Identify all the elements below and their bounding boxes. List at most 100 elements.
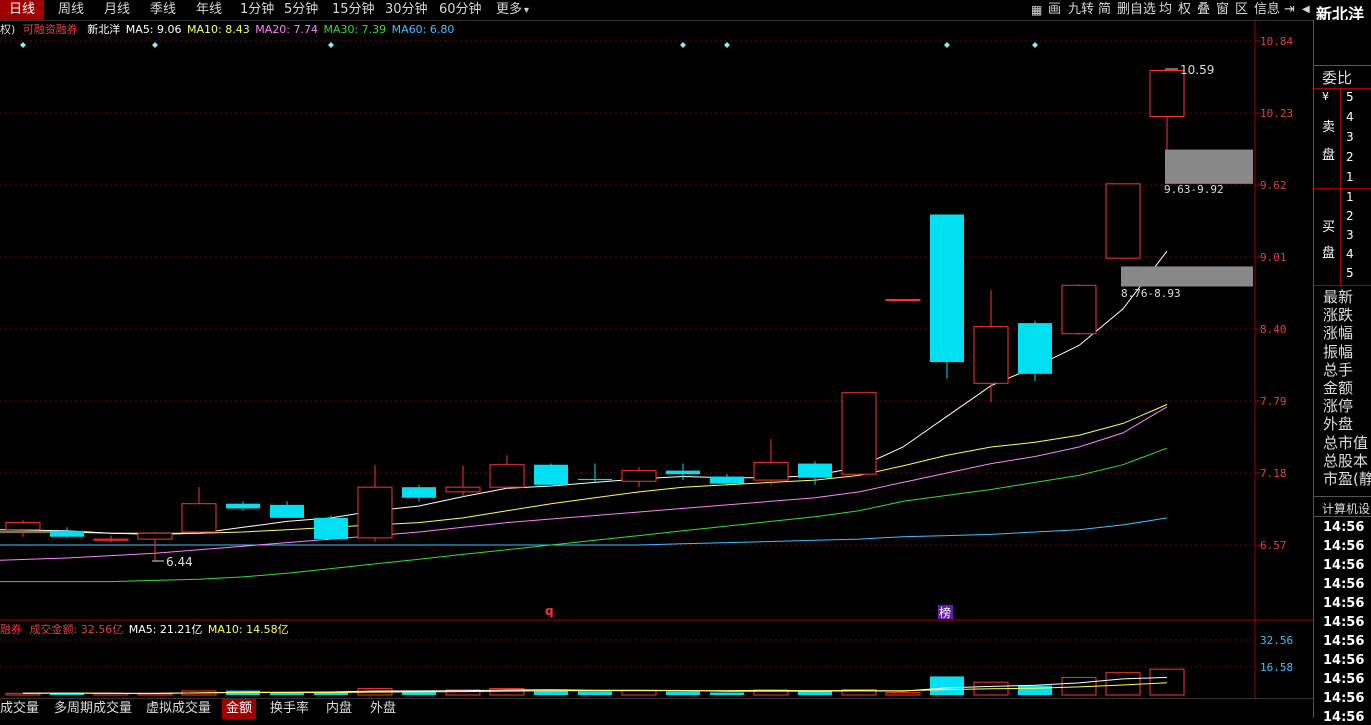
sell-label-1: 卖 bbox=[1322, 120, 1336, 135]
price-tick-label: 7.18 bbox=[1260, 467, 1287, 480]
price-tick-label: 10.84 bbox=[1260, 35, 1293, 48]
event-marker-icon bbox=[944, 42, 950, 48]
tool-draw[interactable]: 画 bbox=[1048, 0, 1061, 20]
tab-inner-volume[interactable]: 内盘 bbox=[322, 699, 356, 719]
buy-label-2: 盘 bbox=[1322, 246, 1336, 261]
period-30min[interactable]: 30分钟 bbox=[385, 0, 428, 20]
zone-upper-label: 9.63-9.92 bbox=[1164, 183, 1224, 196]
marker-q[interactable]: q bbox=[545, 604, 554, 618]
tool-remove-watchlist[interactable]: 删自选 bbox=[1117, 0, 1156, 20]
period-60min[interactable]: 60分钟 bbox=[439, 0, 482, 20]
panel-divider-3 bbox=[1314, 188, 1371, 189]
candle-body bbox=[973, 326, 1009, 384]
panel-divider-5 bbox=[1314, 496, 1371, 497]
sell-level-3: 3 bbox=[1346, 130, 1354, 144]
quote-field-label: 市盈(静) bbox=[1323, 470, 1371, 488]
candle-body bbox=[841, 392, 877, 475]
candle-body bbox=[357, 486, 393, 539]
candle-body bbox=[885, 298, 921, 301]
volume-bar bbox=[710, 692, 744, 695]
volume-bar bbox=[798, 691, 832, 695]
tool-range[interactable]: 区 bbox=[1235, 0, 1248, 20]
tab-virtual-volume[interactable]: 虚拟成交量 bbox=[142, 699, 215, 719]
tick-time: 14:56 bbox=[1323, 691, 1365, 706]
buy-level-3: 3 bbox=[1346, 228, 1354, 242]
tick-time: 14:56 bbox=[1323, 634, 1365, 649]
collapse-arrow-icon[interactable]: ◀ bbox=[1302, 0, 1310, 20]
kline-chart[interactable]: 10.84 10.23 9.62 9.01 8.40 7.79 7.18 6.57 32.56 1… bbox=[0, 20, 1313, 698]
buy-label-1: 买 bbox=[1322, 220, 1336, 235]
tab-amount[interactable]: 金额 bbox=[222, 699, 257, 719]
price-tick-label: 7.79 bbox=[1260, 395, 1287, 408]
price-tick-label: 9.62 bbox=[1260, 179, 1287, 192]
volume-bar bbox=[578, 691, 612, 695]
event-marker-icon bbox=[328, 42, 334, 48]
candle-body bbox=[137, 532, 173, 540]
price-tick-label: 6.57 bbox=[1260, 539, 1287, 552]
period-more[interactable]: 更多 ▾ bbox=[496, 0, 529, 20]
period-1min[interactable]: 1分钟 bbox=[240, 0, 274, 20]
zone-lower-label: 8.76-8.93 bbox=[1121, 287, 1181, 300]
candle-body bbox=[621, 470, 657, 482]
candle-body bbox=[402, 487, 436, 498]
volume-bar bbox=[1018, 685, 1052, 695]
sell-divider bbox=[1340, 88, 1341, 285]
period-15min[interactable]: 15分钟 bbox=[332, 0, 375, 20]
candle-body bbox=[534, 464, 568, 485]
volume-tick-label: 16.58 bbox=[1260, 661, 1293, 674]
period-daily[interactable]: 日线 bbox=[0, 0, 44, 20]
tab-outer-volume[interactable]: 外盘 bbox=[366, 699, 400, 719]
volume-bar bbox=[885, 692, 921, 696]
quote-panel: 委比 ¥ 卖 盘 5432112345 买 盘 最新 涨跌 涨幅 振幅 总手 金额 涨停 外盘… bbox=[1313, 20, 1371, 725]
period-5min[interactable]: 5分钟 bbox=[284, 0, 318, 20]
yen-symbol: ¥ bbox=[1322, 90, 1329, 103]
buy-level-1: 1 bbox=[1346, 190, 1354, 204]
exit-icon[interactable]: ⇥ bbox=[1284, 0, 1295, 20]
period-weekly[interactable]: 周线 bbox=[58, 0, 84, 20]
event-marker-icon bbox=[1032, 42, 1038, 48]
tool-average[interactable]: 均 bbox=[1159, 0, 1172, 20]
high-label: 10.59 bbox=[1180, 63, 1214, 77]
panel-divider-2 bbox=[1314, 88, 1371, 89]
bid-zone-lower bbox=[1121, 266, 1253, 287]
tick-time: 14:56 bbox=[1323, 615, 1365, 630]
sell-label-2: 盘 bbox=[1322, 148, 1336, 163]
candle-body bbox=[798, 463, 832, 478]
candle-body bbox=[270, 504, 304, 518]
tool-jiuzhuan[interactable]: 九转 bbox=[1068, 0, 1094, 20]
candle-body bbox=[666, 470, 700, 475]
volume-bar bbox=[666, 691, 700, 695]
buy-level-5: 5 bbox=[1346, 266, 1354, 280]
tool-simple[interactable]: 简 bbox=[1098, 0, 1111, 20]
tool-overlay[interactable]: 叠 bbox=[1197, 0, 1210, 20]
panel-divider-top bbox=[1314, 65, 1371, 66]
buy-level-4: 4 bbox=[1346, 247, 1354, 261]
ask-zone-upper bbox=[1165, 149, 1253, 184]
more-label: 更多 bbox=[496, 2, 523, 17]
candle-body bbox=[50, 530, 84, 537]
price-tick-label: 9.01 bbox=[1260, 251, 1287, 264]
sell-level-1: 1 bbox=[1346, 170, 1354, 184]
sell-level-2: 2 bbox=[1346, 150, 1354, 164]
sell-level-4: 4 bbox=[1346, 110, 1354, 124]
volume-bar bbox=[930, 676, 964, 695]
ma60-line bbox=[0, 517, 1168, 546]
volume-bar bbox=[1105, 672, 1141, 696]
marker-bang[interactable]: 榜 bbox=[939, 605, 951, 620]
period-quarterly[interactable]: 季线 bbox=[150, 0, 176, 20]
tool-rights[interactable]: 权 bbox=[1178, 0, 1191, 20]
tab-turnover[interactable]: 换手率 bbox=[266, 699, 313, 719]
tab-multi-period-volume[interactable]: 多周期成交量 bbox=[50, 699, 136, 719]
tool-info[interactable]: 信息 bbox=[1254, 0, 1280, 20]
grid-icon[interactable]: ▦ bbox=[1031, 0, 1042, 20]
tick-time: 14:56 bbox=[1323, 520, 1365, 535]
tick-time: 14:56 bbox=[1323, 539, 1365, 554]
tool-window[interactable]: 窗 bbox=[1216, 0, 1229, 20]
candle-body bbox=[445, 486, 481, 493]
candle-body bbox=[1018, 323, 1052, 374]
period-monthly[interactable]: 月线 bbox=[104, 0, 130, 20]
tick-time: 14:56 bbox=[1323, 653, 1365, 668]
tab-volume[interactable]: 成交量 bbox=[0, 699, 43, 719]
price-tick-label: 8.40 bbox=[1260, 323, 1287, 336]
period-yearly[interactable]: 年线 bbox=[196, 0, 222, 20]
